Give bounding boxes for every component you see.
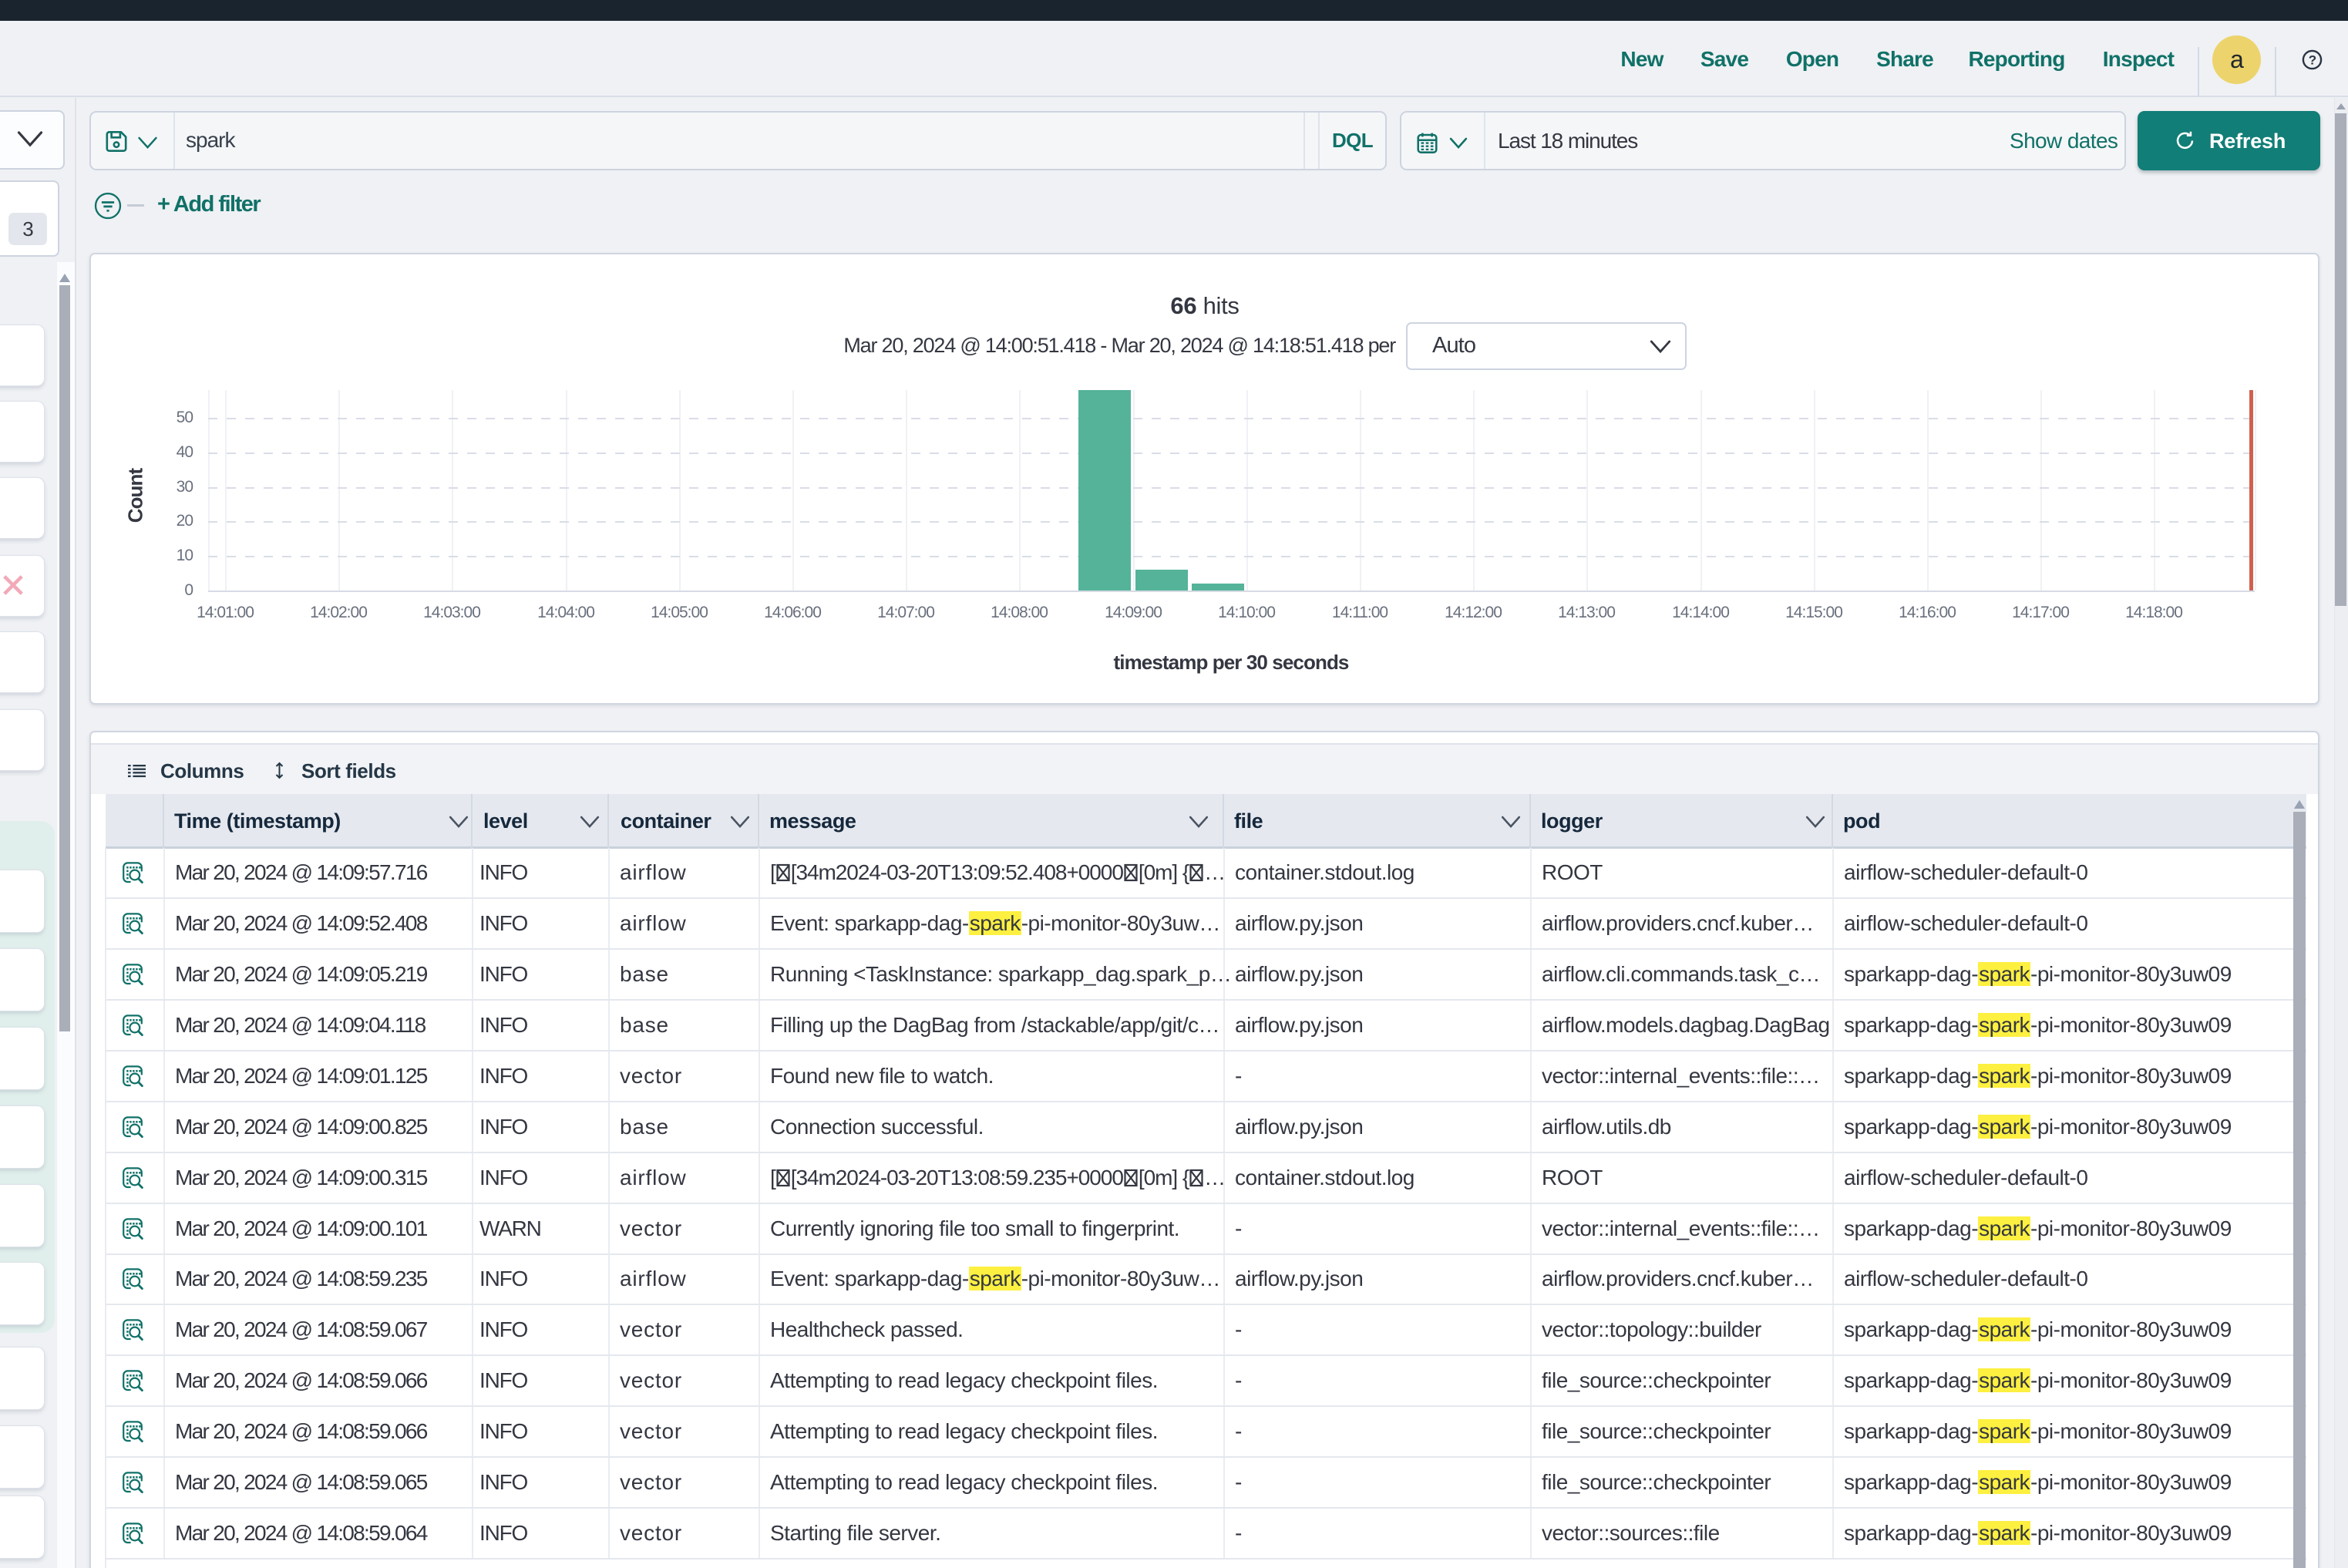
svg-text:?: ? — [2309, 53, 2316, 68]
